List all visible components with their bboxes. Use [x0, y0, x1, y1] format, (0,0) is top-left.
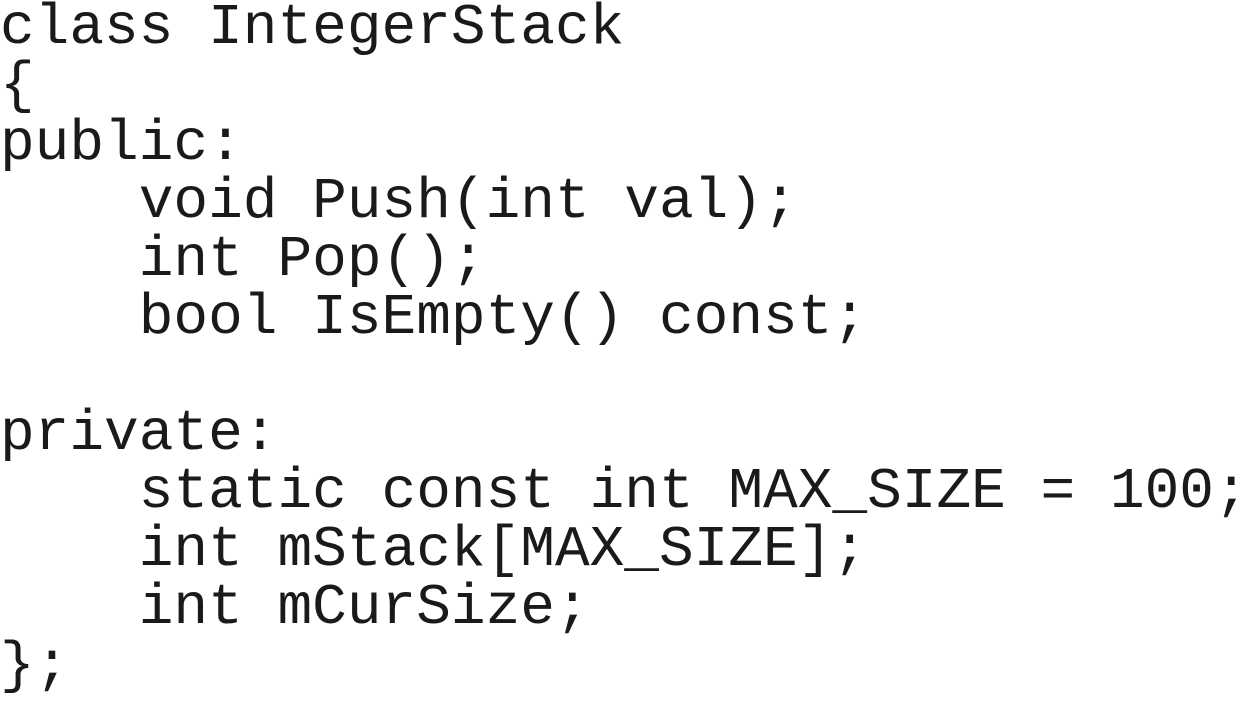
- code-line: static const int MAX_SIZE = 100;: [0, 460, 1247, 525]
- code-line: class IntegerStack: [0, 0, 625, 61]
- code-line: void Push(int val);: [0, 170, 798, 235]
- code-line: public:: [0, 112, 243, 177]
- code-line: int mStack[MAX_SIZE];: [0, 518, 868, 583]
- code-line: bool IsEmpty() const;: [0, 286, 868, 351]
- code-line: int Pop();: [0, 228, 486, 293]
- code-line: private:: [0, 402, 278, 467]
- code-line: {: [0, 54, 35, 119]
- code-listing: class IntegerStack { public: void Push(i…: [0, 0, 1247, 718]
- code-line: };: [0, 634, 70, 699]
- code-line: int mCurSize;: [0, 576, 590, 641]
